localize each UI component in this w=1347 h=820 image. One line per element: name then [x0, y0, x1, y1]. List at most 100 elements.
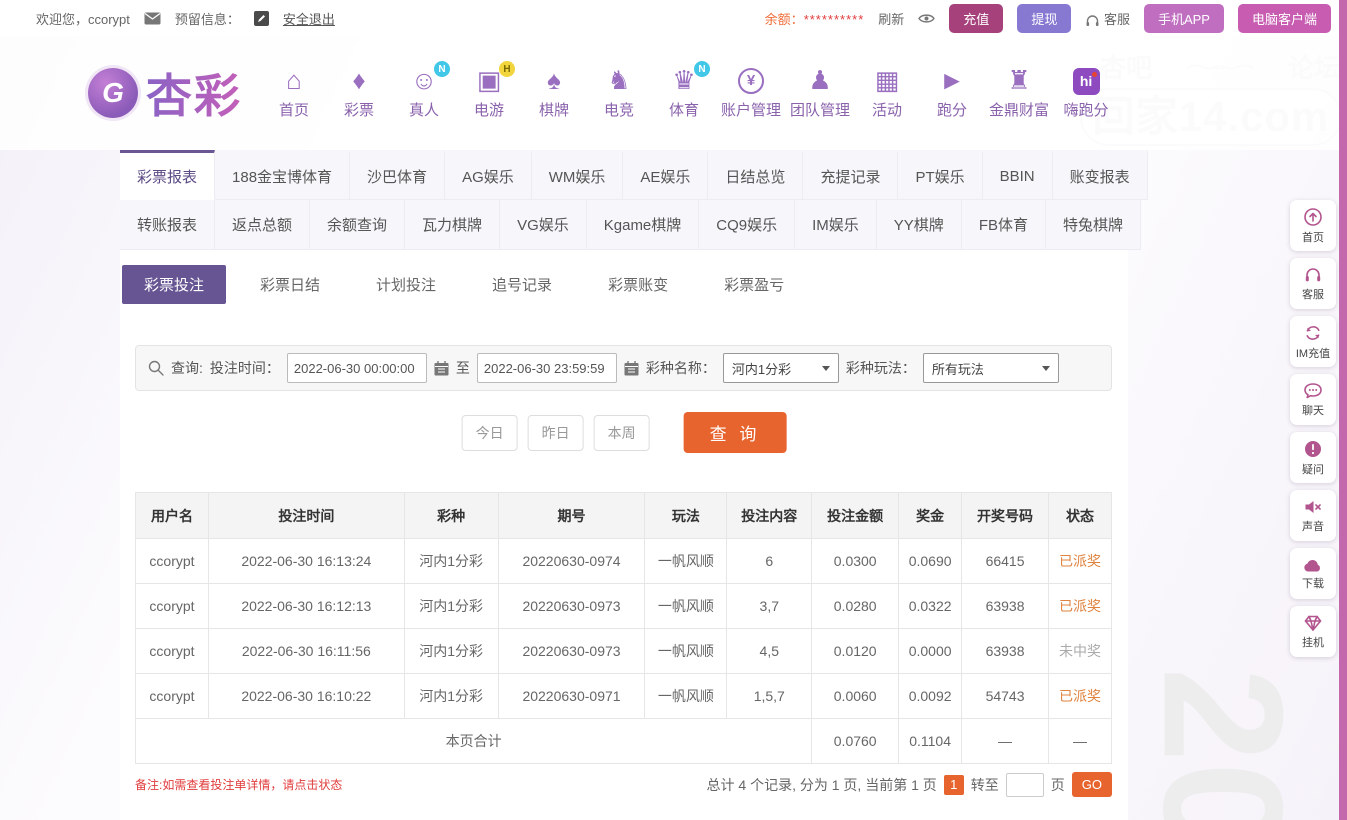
search-button[interactable]: 查 询: [683, 412, 787, 453]
nav-item-esports[interactable]: ♞ 电竞: [591, 66, 647, 120]
brand-logo[interactable]: G 杏彩: [88, 60, 242, 126]
tab-saba-sports[interactable]: 沙巴体育: [350, 150, 446, 200]
time-to-input[interactable]: [476, 353, 617, 383]
subtab-lottery-daily[interactable]: 彩票日结: [238, 265, 342, 304]
gamepad-icon: ▣: [476, 65, 502, 95]
new-badge: N: [694, 61, 710, 77]
recharge-button[interactable]: 充值: [949, 3, 1004, 33]
lottery-name-label: 彩种名称：: [645, 360, 716, 376]
nav-item-activity[interactable]: ▦ 活动: [859, 66, 915, 120]
welcome-text: 欢迎您，ccorypt: [36, 11, 130, 27]
tab-vg[interactable]: VG娱乐: [500, 200, 587, 250]
pc-client-button[interactable]: 电脑客户端: [1237, 3, 1331, 33]
sidebar-sound[interactable]: 声音: [1290, 490, 1336, 541]
play-type-select[interactable]: 所有玩法: [922, 353, 1059, 383]
status-link[interactable]: 未中奖: [1048, 628, 1112, 674]
sidebar-im-recharge[interactable]: IM充值: [1290, 316, 1336, 367]
sidebar-hangup[interactable]: 挂机: [1290, 606, 1336, 657]
tab-transfer-report[interactable]: 转账报表: [120, 200, 216, 250]
tab-deposit-records[interactable]: 充提记录: [803, 150, 899, 200]
new-badge: N: [434, 61, 450, 77]
mobile-app-button[interactable]: 手机APP: [1143, 3, 1224, 33]
tab-cq9[interactable]: CQ9娱乐: [699, 200, 796, 250]
withdraw-button[interactable]: 提现: [1017, 3, 1072, 33]
page-unit-label: 页: [1050, 776, 1065, 793]
table-header-row: 用户名 投注时间 彩种 期号 玩法 投注内容 投注金额 奖金 开奖号码 状态: [135, 492, 1112, 539]
pagination-summary: 总计 4 个记录, 分为 1 页, 当前第 1 页: [706, 776, 937, 793]
chevron-down-icon: [821, 365, 830, 371]
tab-rebate-total[interactable]: 返点总额: [215, 200, 311, 250]
exclamation-circle-icon: [1303, 439, 1323, 459]
time-from-input[interactable]: [286, 353, 427, 383]
tab-balance-query[interactable]: 余额查询: [310, 200, 406, 250]
goto-page-input[interactable]: [1005, 772, 1044, 797]
nav-item-live[interactable]: N ☺ 真人: [396, 61, 452, 120]
tab-balance-changes[interactable]: 账变报表: [1052, 150, 1148, 200]
service-link[interactable]: 客服: [1085, 9, 1130, 28]
content-card: 彩票报表 188金宝博体育 沙巴体育 AG娱乐 WM娱乐 AE娱乐 日结总览 充…: [120, 150, 1148, 820]
nav-item-jinding[interactable]: ♜ 金鼎财富: [989, 66, 1049, 120]
sidebar-service[interactable]: 客服: [1290, 258, 1336, 309]
team-icon: ♟: [808, 65, 832, 95]
esports-icon: ♞: [607, 65, 631, 95]
nav-item-hipaofen[interactable]: hi 嗨跑分: [1058, 66, 1114, 120]
sidebar-chat[interactable]: 聊天: [1290, 374, 1336, 425]
sidebar-home[interactable]: 首页: [1290, 200, 1336, 251]
tab-ae[interactable]: AE娱乐: [623, 150, 709, 200]
tab-daily-summary[interactable]: 日结总览: [708, 150, 804, 200]
play-type-label: 彩种玩法：: [845, 360, 916, 376]
nav-item-cards[interactable]: ♠ 棋牌: [526, 66, 582, 120]
tab-yy-cards[interactable]: YY棋牌: [876, 200, 962, 250]
tab-im[interactable]: IM娱乐: [795, 200, 877, 250]
subtab-lottery-pnl[interactable]: 彩票盈亏: [702, 265, 806, 304]
tab-lottery-report[interactable]: 彩票报表: [120, 150, 216, 200]
nav-item-account[interactable]: ¥ 账户管理: [721, 66, 781, 120]
eye-icon[interactable]: [918, 13, 936, 24]
subtab-chase-records[interactable]: 追号记录: [470, 265, 574, 304]
status-link[interactable]: 已派奖: [1048, 673, 1112, 719]
subtab-lottery-changes[interactable]: 彩票账变: [586, 265, 690, 304]
calendar-icon[interactable]: [624, 360, 639, 376]
brand-name: 杏彩: [146, 60, 242, 126]
nav-item-sports[interactable]: N ♛ 体育: [656, 61, 712, 120]
tab-fb-sports[interactable]: FB体育: [961, 200, 1046, 250]
mail-icon[interactable]: [144, 12, 161, 25]
go-button[interactable]: GO: [1071, 772, 1112, 797]
nav-item-paofen[interactable]: ► 跑分: [924, 66, 980, 120]
nav-item-egame[interactable]: H ▣ 电游: [461, 61, 517, 120]
query-label: 查询:: [171, 360, 203, 376]
tab-bbin[interactable]: BBIN: [982, 150, 1053, 200]
tab-kgame[interactable]: Kgame棋牌: [586, 200, 700, 250]
calendar-icon[interactable]: [434, 360, 449, 376]
pagination: 总计 4 个记录, 分为 1 页, 当前第 1 页 1 转至 页 GO: [706, 772, 1112, 797]
tab-ag[interactable]: AG娱乐: [445, 150, 532, 200]
report-tabs-row1: 彩票报表 188金宝博体育 沙巴体育 AG娱乐 WM娱乐 AE娱乐 日结总览 充…: [120, 150, 1148, 200]
nav-item-lottery[interactable]: ♦ 彩票: [331, 66, 387, 120]
logo-swirl-icon: G: [88, 68, 138, 118]
subtab-lottery-bets[interactable]: 彩票投注: [122, 265, 227, 304]
logout-link[interactable]: 安全退出: [283, 9, 335, 28]
sidebar-download[interactable]: 下载: [1290, 548, 1336, 599]
today-button[interactable]: 今日: [461, 414, 518, 451]
status-link[interactable]: 已派奖: [1048, 583, 1112, 629]
subtab-plan-bets[interactable]: 计划投注: [354, 265, 458, 304]
edit-message-icon[interactable]: [253, 10, 269, 26]
watermark-20: 20: [1127, 667, 1318, 820]
page-1-button[interactable]: 1: [943, 774, 964, 795]
refresh-link[interactable]: 刷新: [878, 9, 904, 28]
tab-wm[interactable]: WM娱乐: [531, 150, 624, 200]
refresh-circle-icon: [1303, 323, 1323, 343]
tab-wali-cards[interactable]: 瓦力棋牌: [405, 200, 501, 250]
nav-item-home[interactable]: ⌂ 首页: [266, 66, 322, 120]
tab-188-sports[interactable]: 188金宝博体育: [215, 150, 351, 200]
status-link[interactable]: 已派奖: [1048, 538, 1112, 584]
yesterday-button[interactable]: 昨日: [527, 414, 584, 451]
tab-pt[interactable]: PT娱乐: [898, 150, 983, 200]
total-label: 本页合计: [134, 718, 813, 764]
tab-tetu-cards[interactable]: 特兔棋牌: [1045, 200, 1141, 250]
bet-time-label: 投注时间：: [209, 360, 280, 376]
this-week-button[interactable]: 本周: [593, 414, 650, 451]
lottery-select[interactable]: 河内1分彩: [722, 353, 839, 383]
sidebar-question[interactable]: 疑问: [1290, 432, 1336, 483]
nav-item-team[interactable]: ♟ 团队管理: [790, 66, 850, 120]
